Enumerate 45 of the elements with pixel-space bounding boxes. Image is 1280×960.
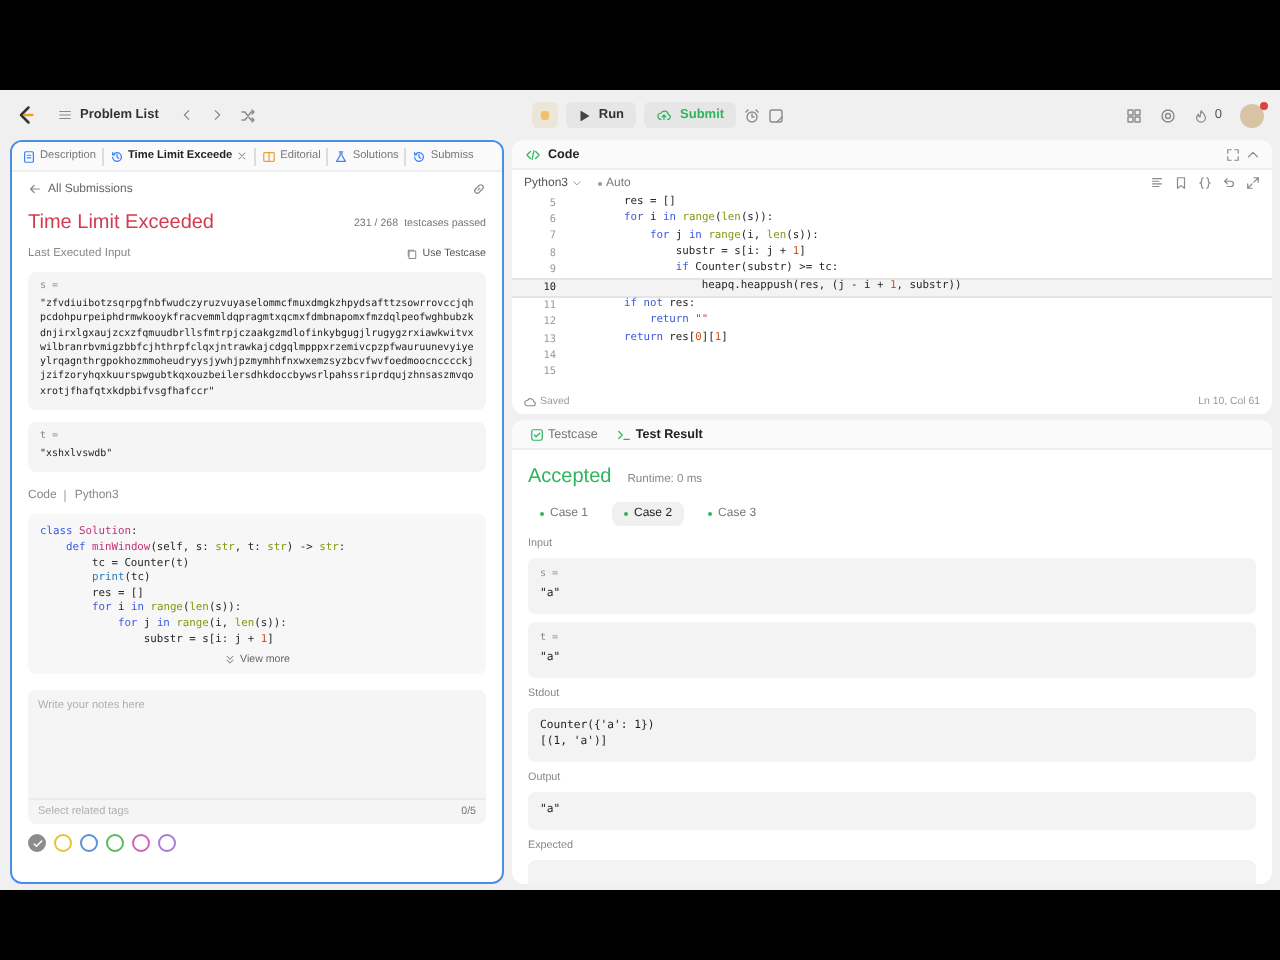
- color-option[interactable]: [158, 834, 176, 853]
- link-icon[interactable]: [472, 182, 486, 196]
- history-icon: [412, 149, 427, 163]
- color-option[interactable]: [106, 834, 124, 853]
- color-option[interactable]: [132, 834, 150, 853]
- check-icon: [31, 837, 43, 850]
- double-chevron-icon: [224, 654, 237, 667]
- expand-icon[interactable]: [1226, 147, 1240, 161]
- previous-icon[interactable]: [180, 108, 195, 122]
- list-icon: [58, 108, 72, 122]
- cloud-upload-icon: [656, 108, 673, 122]
- format-icon[interactable]: [1150, 176, 1164, 190]
- history-icon: [109, 149, 124, 163]
- shuffle-icon[interactable]: [240, 107, 257, 123]
- flask-icon: [334, 149, 349, 163]
- caret-icon: [572, 178, 583, 188]
- alarm-icon[interactable]: [744, 107, 761, 123]
- color-option[interactable]: [54, 834, 72, 853]
- fullscreen-icon[interactable]: [1246, 176, 1260, 190]
- code-icon: [524, 147, 542, 161]
- note-icon[interactable]: [768, 107, 785, 123]
- grid-icon[interactable]: [1126, 107, 1143, 123]
- copy-icon: [406, 248, 419, 260]
- document-icon: [22, 149, 36, 163]
- braces-icon[interactable]: [1198, 176, 1212, 190]
- cloud-icon: [524, 396, 536, 408]
- checkbox-icon: [530, 427, 544, 441]
- back-arrow-icon: [28, 182, 42, 196]
- play-icon: [578, 109, 591, 121]
- color-option[interactable]: [28, 834, 46, 853]
- undo-icon[interactable]: [1222, 176, 1236, 190]
- logo-icon[interactable]: [16, 104, 36, 126]
- next-icon[interactable]: [210, 108, 225, 122]
- color-option[interactable]: [80, 834, 98, 853]
- terminal-icon: [615, 427, 632, 441]
- submission-status: Time Limit Exceeded: [28, 212, 214, 234]
- bug-icon: [538, 108, 553, 122]
- settings-icon[interactable]: [1160, 107, 1177, 123]
- avatar[interactable]: [1240, 103, 1264, 127]
- collapse-icon[interactable]: [1246, 147, 1260, 161]
- verdict: Accepted: [528, 466, 612, 488]
- flame-icon: [1194, 107, 1209, 123]
- close-icon[interactable]: [236, 150, 249, 162]
- bookmark-icon[interactable]: [1174, 176, 1188, 190]
- book-icon: [262, 149, 277, 163]
